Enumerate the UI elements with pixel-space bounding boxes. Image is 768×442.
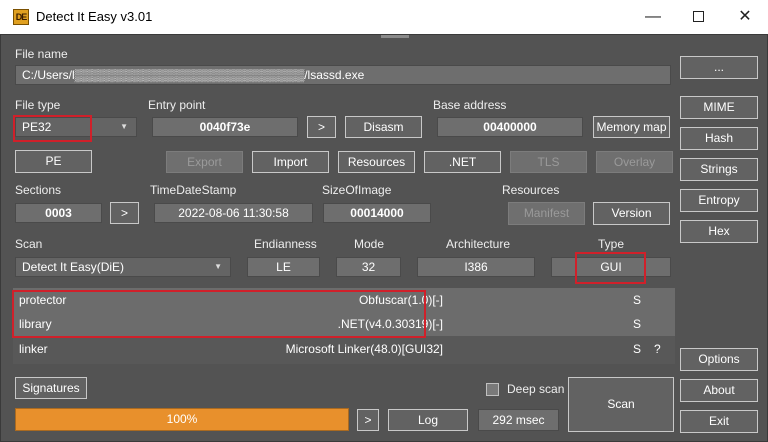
result-info[interactable]: ?: [654, 337, 661, 361]
scan-engine-value: Detect It Easy(DiE): [22, 260, 125, 274]
elapsed-time: 292 msec: [478, 409, 559, 431]
result-flag[interactable]: S: [633, 337, 641, 361]
file-type-value: PE32: [22, 120, 52, 134]
file-path-field[interactable]: C:/Users/l▒▒▒▒▒▒▒▒▒▒▒▒▒▒▒▒▒▒▒▒▒▒▒▒▒▒▒/ls…: [15, 65, 671, 85]
hash-button[interactable]: Hash: [680, 127, 758, 150]
endianness-label: Endianness: [254, 237, 317, 251]
maximize-button[interactable]: [675, 0, 721, 34]
window-title: Detect It Easy v3.01: [36, 9, 153, 24]
type-label: Type: [598, 237, 625, 251]
close-button[interactable]: ✕: [722, 0, 768, 34]
chevron-down-icon: ▼: [214, 262, 222, 271]
table-row[interactable]: linker Microsoft Linker(48.0)[GUI32] S ?: [13, 337, 675, 361]
table-row[interactable]: protector Obfuscar(1.0)[-] S: [13, 288, 675, 312]
file-type-label: File type: [15, 98, 61, 112]
architecture-label: Architecture: [446, 237, 511, 251]
type-field: GUI: [551, 257, 671, 277]
result-name: Microsoft Linker(48.0)[GUI32]: [285, 342, 443, 356]
file-name-label: File name: [15, 47, 68, 61]
maximize-icon: [692, 11, 704, 23]
file-type-select[interactable]: PE32 ▼: [15, 117, 137, 137]
log-button[interactable]: Log: [388, 409, 468, 431]
resources-button[interactable]: Resources: [338, 151, 415, 173]
signatures-button[interactable]: Signatures: [15, 377, 87, 399]
scan-label: Scan: [15, 237, 43, 251]
about-button[interactable]: About: [680, 379, 758, 402]
entry-point-field[interactable]: 0040f73e: [152, 117, 298, 137]
mime-button[interactable]: MIME: [680, 96, 758, 119]
entry-point-label: Entry point: [148, 98, 206, 112]
timestamp-label: TimeDateStamp: [150, 183, 237, 197]
timestamp-field[interactable]: 2022-08-06 11:30:58: [154, 203, 313, 223]
size-of-image-field[interactable]: 00014000: [323, 203, 431, 223]
progress-bar: 100%: [15, 408, 349, 431]
minimize-button[interactable]: —: [630, 0, 676, 34]
manifest-button[interactable]: Manifest: [508, 202, 585, 225]
tls-button[interactable]: TLS: [510, 151, 587, 173]
result-flag[interactable]: S: [633, 312, 641, 336]
result-name: Obfuscar(1.0)[-]: [358, 293, 443, 307]
resources-label: Resources: [502, 183, 560, 197]
pe-button[interactable]: PE: [15, 150, 92, 173]
browse-button[interactable]: ...: [680, 56, 758, 79]
options-button[interactable]: Options: [680, 348, 758, 371]
sections-label: Sections: [15, 183, 62, 197]
export-button[interactable]: Export: [166, 151, 243, 173]
scan-button[interactable]: Scan: [568, 377, 674, 432]
size-of-image-label: SizeOfImage: [322, 183, 392, 197]
architecture-field: I386: [417, 257, 535, 277]
hex-button[interactable]: Hex: [680, 220, 758, 243]
result-kind: library: [19, 317, 52, 331]
scan-engine-select[interactable]: Detect It Easy(DiE) ▼: [15, 257, 231, 277]
mode-label: Mode: [354, 237, 385, 251]
net-button[interactable]: .NET: [424, 151, 501, 173]
import-button[interactable]: Import: [252, 151, 329, 173]
result-flag[interactable]: S: [633, 288, 641, 312]
sections-go-button[interactable]: >: [110, 202, 139, 224]
deep-scan-label: Deep scan: [507, 382, 565, 396]
disasm-button[interactable]: Disasm: [345, 116, 422, 138]
mode-field: 32: [336, 257, 401, 277]
table-row[interactable]: library .NET(v4.0.30319)[-] S: [13, 312, 675, 336]
entry-point-go-button[interactable]: >: [307, 116, 336, 138]
exit-button[interactable]: Exit: [680, 410, 758, 433]
sections-field[interactable]: 0003: [15, 203, 102, 223]
result-name: .NET(v4.0.30319)[-]: [337, 317, 443, 331]
chevron-down-icon: ▼: [120, 122, 128, 131]
app-logo-icon: DE: [13, 9, 29, 25]
strings-button[interactable]: Strings: [680, 158, 758, 181]
log-go-button[interactable]: >: [357, 409, 379, 431]
result-kind: protector: [19, 293, 67, 307]
base-address-label: Base address: [433, 98, 507, 112]
memory-map-button[interactable]: Memory map: [593, 116, 670, 138]
overlay-button[interactable]: Overlay: [596, 151, 673, 173]
endianness-field: LE: [247, 257, 320, 277]
splitter-grip[interactable]: [381, 35, 409, 38]
version-button[interactable]: Version: [593, 202, 670, 225]
entropy-button[interactable]: Entropy: [680, 189, 758, 212]
deep-scan-checkbox[interactable]: [486, 383, 499, 396]
results-list[interactable]: protector Obfuscar(1.0)[-] S library .NE…: [13, 288, 675, 364]
base-address-field[interactable]: 00400000: [437, 117, 583, 137]
result-kind: linker: [19, 342, 48, 356]
